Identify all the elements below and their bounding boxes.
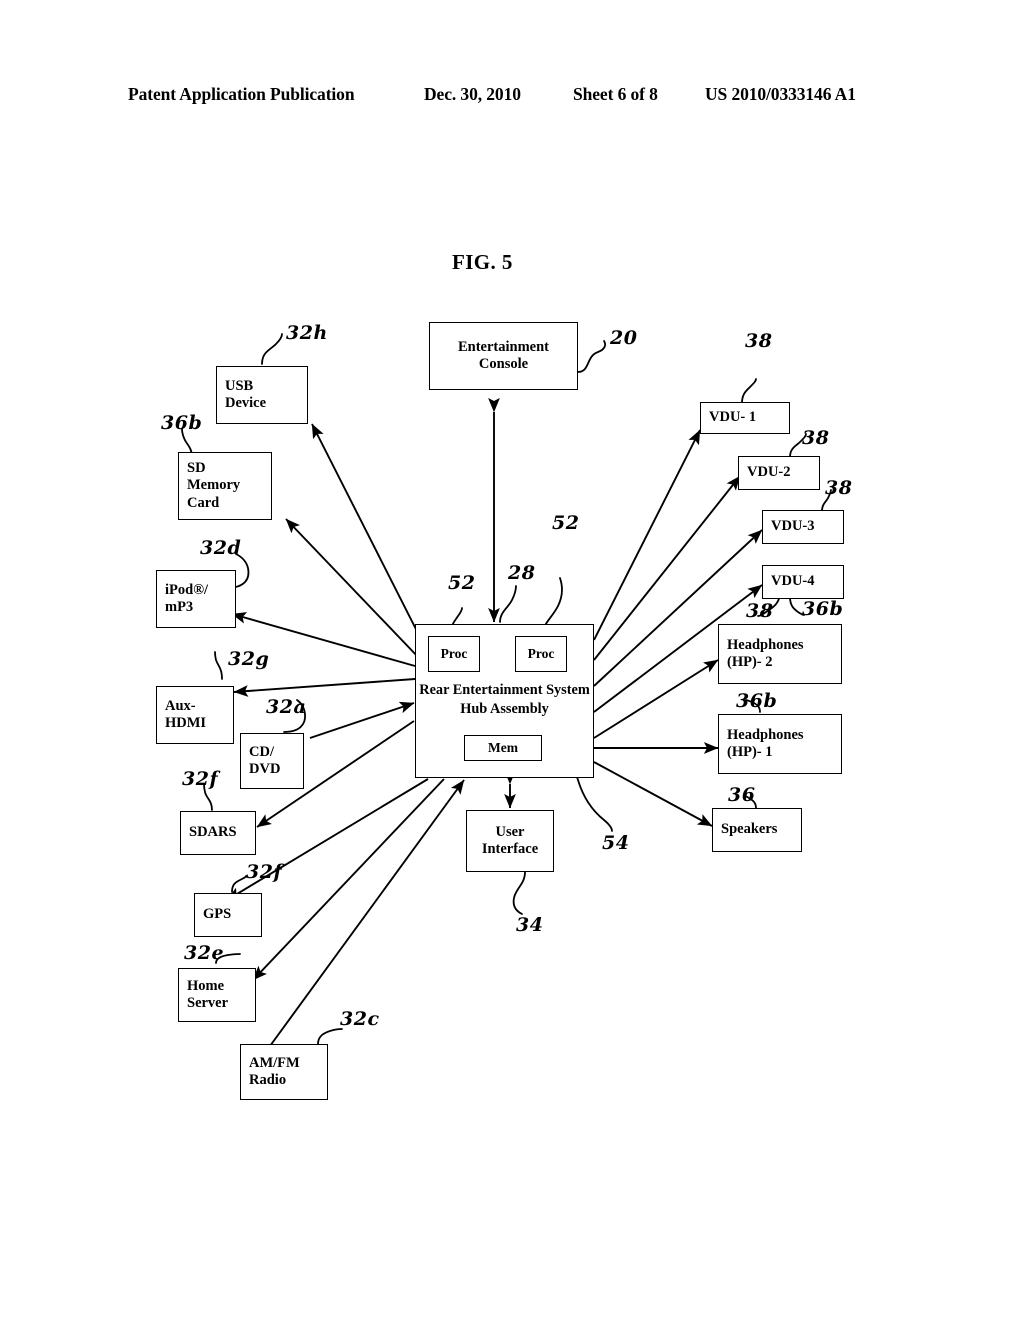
aux-hdmi-label-line1: Aux- bbox=[165, 697, 196, 714]
box-user-interface[interactable]: User Interface bbox=[466, 810, 554, 872]
ref-32e: 32e bbox=[184, 942, 225, 964]
ref-52-right: 52 bbox=[552, 512, 580, 534]
box-sdars[interactable]: SDARS bbox=[180, 811, 256, 855]
user-interface-label-line1: User bbox=[495, 823, 525, 840]
box-sd-memory-card[interactable]: SD Memory Card bbox=[178, 452, 272, 520]
box-vdu-4[interactable]: VDU-4 bbox=[762, 565, 844, 599]
vdu-1-label: VDU- 1 bbox=[709, 409, 757, 426]
cd-dvd-label-line2: DVD bbox=[249, 761, 281, 777]
ref-36b-hp1: 36b bbox=[736, 690, 778, 712]
ref-32c: 32c bbox=[340, 1008, 380, 1030]
am-fm-radio-label-line1: AM/FM bbox=[249, 1054, 300, 1071]
figure-canvas: Entertainment Console 20 USB Device 32h … bbox=[0, 0, 1024, 1320]
gps-label: GPS bbox=[203, 906, 232, 923]
home-server-label-line1: Home bbox=[187, 977, 225, 994]
headphones-2-label-line1: Headphones bbox=[727, 636, 804, 653]
box-speakers[interactable]: Speakers bbox=[712, 808, 802, 852]
sd-memory-card-label-line2: Memory bbox=[187, 477, 241, 494]
ref-36-speakers: 36 bbox=[728, 784, 756, 806]
ref-36b-sd: 36b bbox=[161, 412, 203, 434]
usb-device-label-line2: Device bbox=[225, 395, 267, 411]
aux-hdmi-label-line2: HDMI bbox=[165, 715, 207, 731]
box-vdu-1[interactable]: VDU- 1 bbox=[700, 402, 790, 434]
box-gps[interactable]: GPS bbox=[194, 893, 262, 937]
home-server-label-line2: Server bbox=[187, 995, 229, 1011]
proc-left-label: Proc bbox=[440, 646, 468, 661]
box-usb-device[interactable]: USB Device bbox=[216, 366, 308, 424]
mem-label: Mem bbox=[488, 740, 518, 755]
ref-28: 28 bbox=[508, 562, 536, 584]
box-vdu-3[interactable]: VDU-3 bbox=[762, 510, 844, 544]
box-cd-dvd[interactable]: CD/ DVD bbox=[240, 733, 304, 789]
headphones-2-label-line2: (HP)- 2 bbox=[727, 654, 773, 670]
user-interface-label-line2: Interface bbox=[481, 841, 539, 857]
am-fm-radio-label-line2: Radio bbox=[249, 1072, 287, 1088]
usb-device-label-line1: USB bbox=[225, 377, 254, 394]
vdu-4-label: VDU-4 bbox=[771, 573, 815, 590]
ref-34: 34 bbox=[516, 914, 544, 936]
headphones-1-label-line2: (HP)- 1 bbox=[727, 744, 773, 760]
sd-memory-card-label-line3: Card bbox=[187, 494, 220, 511]
proc-right[interactable]: Proc bbox=[515, 636, 567, 672]
ref-52-left: 52 bbox=[448, 572, 476, 594]
box-vdu-2[interactable]: VDU-2 bbox=[738, 456, 820, 490]
box-aux-hdmi[interactable]: Aux- HDMI bbox=[156, 686, 234, 744]
proc-left[interactable]: Proc bbox=[428, 636, 480, 672]
box-ipod-mp3[interactable]: iPod®/ mP3 bbox=[156, 570, 236, 628]
hub-title: Rear Entertainment System Hub Assembly bbox=[416, 681, 593, 718]
box-home-server[interactable]: Home Server bbox=[178, 968, 256, 1022]
box-headphones-2[interactable]: Headphones (HP)- 2 bbox=[718, 624, 842, 684]
speakers-label: Speakers bbox=[721, 821, 778, 838]
ipod-mp3-label-line1: iPod®/ bbox=[165, 581, 209, 598]
ref-36b-hp2: 36b bbox=[802, 598, 844, 620]
ref-38-vdu3: 38 bbox=[825, 477, 853, 499]
ref-38-vdu4: 38 bbox=[746, 600, 774, 622]
vdu-3-label: VDU-3 bbox=[771, 518, 815, 535]
hub-title-line1: Rear Entertainment bbox=[419, 682, 543, 698]
ipod-mp3-label-line2: mP3 bbox=[165, 599, 194, 615]
proc-right-label: Proc bbox=[527, 646, 555, 661]
ref-32f-sdars: 32f bbox=[182, 768, 219, 790]
ref-54: 54 bbox=[602, 832, 630, 854]
ref-32f-gps: 32f bbox=[246, 861, 283, 883]
box-headphones-1[interactable]: Headphones (HP)- 1 bbox=[718, 714, 842, 774]
ref-32h: 32h bbox=[286, 322, 328, 344]
ref-32g: 32g bbox=[228, 648, 270, 670]
ref-38-vdu2: 38 bbox=[802, 427, 830, 449]
mem-box[interactable]: Mem bbox=[464, 735, 542, 761]
entertainment-console-label-line2: Console bbox=[478, 356, 529, 372]
ref-32a: 32a bbox=[266, 696, 307, 718]
ref-38-vdu1: 38 bbox=[745, 330, 773, 352]
box-am-fm-radio[interactable]: AM/FM Radio bbox=[240, 1044, 328, 1100]
box-entertainment-console[interactable]: Entertainment Console bbox=[429, 322, 578, 390]
headphones-1-label-line1: Headphones bbox=[727, 726, 804, 743]
cd-dvd-label-line1: CD/ bbox=[249, 743, 274, 760]
vdu-2-label: VDU-2 bbox=[747, 464, 791, 481]
sdars-label: SDARS bbox=[189, 824, 237, 841]
ref-32d: 32d bbox=[200, 537, 242, 559]
ref-20: 20 bbox=[610, 327, 638, 349]
sd-memory-card-label-line1: SD bbox=[187, 460, 206, 477]
entertainment-console-label-line1: Entertainment bbox=[457, 338, 549, 355]
